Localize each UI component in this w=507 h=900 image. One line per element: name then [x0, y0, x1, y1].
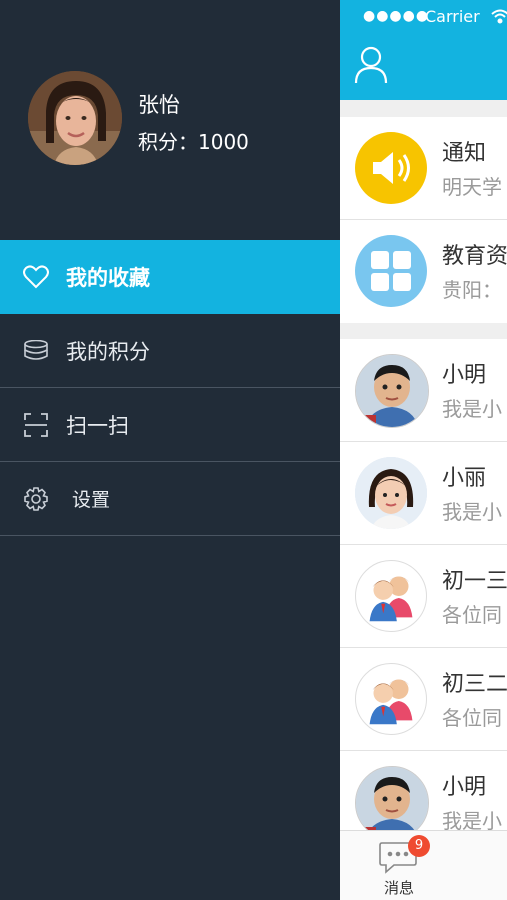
group-icon	[355, 560, 427, 632]
coins-icon	[22, 337, 50, 365]
list-item[interactable]: 通知 明天学	[340, 117, 507, 220]
message-title: 小丽	[442, 466, 487, 491]
girl-avatar	[355, 457, 427, 529]
side-drawer: 张怡 积分：1000 我的收藏 我的积分 扫一扫 设置	[0, 0, 340, 900]
heart-icon	[22, 263, 50, 291]
scan-icon	[22, 411, 50, 439]
list-item[interactable]: 小明 我是小	[340, 339, 507, 442]
menu-item-label: 我的积分	[66, 339, 150, 364]
message-title: 小明	[442, 775, 487, 800]
carrier-label: Carrier	[425, 7, 480, 26]
gear-icon	[22, 485, 50, 513]
list-item[interactable]: 教育资 贵阳：	[340, 220, 507, 323]
message-preview: 各位同	[442, 603, 502, 627]
message-title: 初三二	[442, 672, 507, 697]
list-item[interactable]: 初三二 各位同	[340, 648, 507, 751]
tab-messages[interactable]: 9 消息	[378, 835, 430, 899]
menu-item-label: 设置	[72, 489, 111, 511]
grid-icon	[355, 235, 427, 307]
user-icon[interactable]	[354, 46, 388, 88]
menu-item-label: 我的收藏	[66, 265, 150, 290]
message-preview: 明天学	[442, 175, 502, 199]
section-gap	[340, 323, 507, 339]
message-title: 通知	[442, 141, 487, 166]
drawer-menu: 我的收藏 我的积分 扫一扫 设置	[0, 240, 340, 536]
profile-avatar[interactable]	[28, 71, 122, 165]
menu-item-favorites[interactable]: 我的收藏	[0, 240, 340, 314]
message-preview: 我是小	[442, 500, 502, 524]
menu-item-label: 扫一扫	[66, 413, 129, 438]
list-item[interactable]: 初一三 各位同	[340, 545, 507, 648]
section-gap	[340, 100, 507, 117]
menu-item-points[interactable]: 我的积分	[0, 314, 340, 388]
message-preview: 贵阳：	[442, 278, 502, 302]
tab-bar: 9 消息	[340, 830, 507, 900]
menu-item-settings[interactable]: 设置	[0, 462, 340, 536]
main-panel: ●●●●● Carrier 通知 明天学 教育资 贵阳： 小明 我是小 小丽 我…	[340, 0, 507, 900]
list-item[interactable]: 小丽 我是小	[340, 442, 507, 545]
boy-avatar	[355, 354, 429, 428]
signal-indicator: ●●●●●	[363, 8, 430, 24]
speaker-icon	[355, 132, 427, 204]
message-title: 教育资	[442, 244, 507, 269]
profile-points: 积分：1000	[138, 130, 249, 154]
message-title: 初一三	[442, 569, 507, 594]
wifi-icon	[490, 8, 507, 28]
message-preview: 我是小	[442, 397, 502, 421]
status-bar: ●●●●● Carrier	[340, 0, 507, 32]
tab-label: 消息	[384, 879, 415, 897]
boy-avatar	[355, 766, 429, 840]
nav-bar	[340, 32, 507, 100]
message-title: 小明	[442, 363, 487, 388]
unread-badge: 9	[408, 835, 430, 857]
group-icon	[355, 663, 427, 735]
profile-name: 张怡	[138, 93, 180, 117]
menu-item-scan[interactable]: 扫一扫	[0, 388, 340, 462]
message-preview: 各位同	[442, 706, 502, 730]
